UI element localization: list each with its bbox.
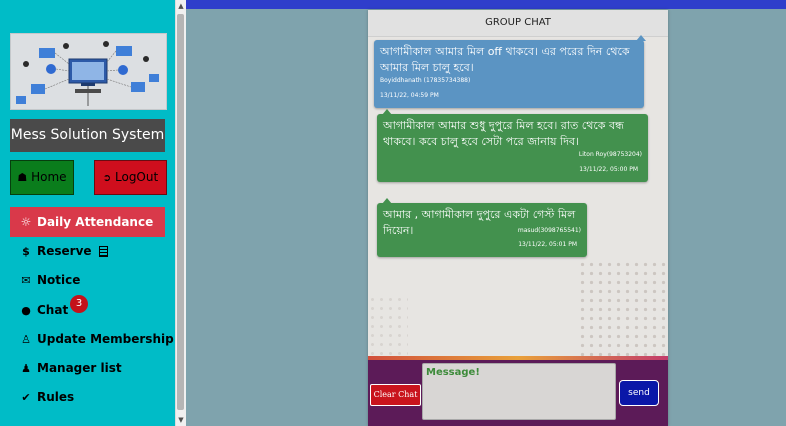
sidebar-item-label: Notice	[37, 273, 81, 287]
decorative-dot-pattern	[578, 260, 668, 370]
megaphone-icon: ✉	[21, 274, 31, 287]
message-time: 13/11/22, 05:00 PM	[579, 166, 638, 173]
sidebar-item-daily-attendance[interactable]: ☼ Daily Attendance	[10, 207, 165, 237]
sidebar-item-label: Manager list	[37, 361, 122, 375]
home-label: Home	[31, 170, 67, 184]
message-tail	[636, 35, 646, 41]
chat-message: আমার , আগামীকাল দুপুরে একটা গেস্ট মিল দি…	[377, 198, 587, 257]
logo-image	[10, 33, 167, 110]
logout-label: LogOut	[115, 170, 159, 184]
scrollbar-thumb[interactable]	[177, 14, 184, 410]
message-time: 13/11/22, 05:01 PM	[518, 241, 577, 248]
sidebar-item-label: Rules	[37, 390, 75, 404]
chat-count-badge: 3	[70, 295, 88, 313]
chat-title: GROUP CHAT	[368, 10, 668, 37]
sidebar-item-label: Update Membership	[37, 332, 174, 346]
check-circle-icon: ✔	[21, 391, 31, 404]
message-time: 13/11/22, 04:59 PM	[380, 92, 439, 99]
gear-icon: ☼	[20, 215, 32, 229]
message-sender: Liton Roy(98753204)	[578, 151, 642, 158]
sidebar-item-label: Daily Attendance	[37, 215, 154, 229]
tech-illustration-icon	[11, 34, 166, 109]
sidebar-item-label: Reserve	[37, 244, 92, 258]
message-text: আগামীকাল আমার শুধু দুপুরে মিল হবে। রাত থ…	[383, 119, 624, 148]
sidebar-item-notice[interactable]: ✉ Notice	[19, 270, 80, 290]
message-sender: masud(3098765541)	[517, 227, 581, 234]
scroll-down-arrow-icon[interactable]: ▼	[176, 414, 186, 426]
logout-icon: ➲	[102, 173, 112, 184]
sidebar-item-reserve[interactable]: $ Reserve	[19, 241, 108, 261]
chat-message: আগামীকাল আমার মিল off থাকবে। এর পরের দিন…	[374, 35, 646, 108]
vertical-scrollbar[interactable]: ▲ ▼	[175, 0, 186, 426]
users-icon: ♟	[21, 362, 31, 375]
calculator-icon	[98, 246, 108, 257]
message-tail	[382, 109, 392, 115]
user-plus-icon: ♙	[21, 333, 31, 346]
comment-icon: ●	[21, 304, 31, 317]
chat-message: আগামীকাল আমার শুধু দুপুরে মিল হবে। রাত থ…	[377, 109, 648, 182]
dollar-icon: $	[22, 245, 30, 258]
logout-button[interactable]: ➲ LogOut	[94, 160, 167, 195]
message-sender: Boyiddhanath (17835734388)	[380, 77, 471, 84]
message-tail	[382, 198, 392, 204]
message-text: আমার , আগামীকাল দুপুরে একটা গেস্ট মিল দি…	[383, 208, 576, 237]
group-chat-panel: GROUP CHAT আগামীকাল আমার মিল off থাকবে। …	[368, 10, 668, 426]
top-bar	[186, 0, 786, 9]
home-button[interactable]: ☗ Home	[10, 160, 74, 195]
message-text: আগামীকাল আমার মিল off থাকবে। এর পরের দিন…	[380, 45, 630, 74]
message-input[interactable]	[422, 363, 616, 420]
brand-title: Mess Solution System	[10, 119, 165, 152]
send-button[interactable]: send	[619, 380, 659, 406]
sidebar-item-update-membership[interactable]: ♙ Update Membership	[19, 329, 174, 349]
sidebar: Mess Solution System ☗ Home ➲ LogOut ☼ Da…	[0, 0, 175, 426]
chat-input-bar: Clear Chat send	[368, 360, 668, 426]
home-icon: ☗	[17, 171, 28, 184]
clear-chat-button[interactable]: Clear Chat	[370, 384, 421, 406]
decorative-dot-pattern	[368, 295, 408, 355]
sidebar-item-rules[interactable]: ✔ Rules	[19, 387, 74, 407]
scroll-up-arrow-icon[interactable]: ▲	[176, 0, 186, 12]
sidebar-item-chat[interactable]: ● Chat	[19, 300, 68, 320]
sidebar-item-label: Chat	[37, 303, 69, 317]
sidebar-item-manager-list[interactable]: ♟ Manager list	[19, 358, 122, 378]
